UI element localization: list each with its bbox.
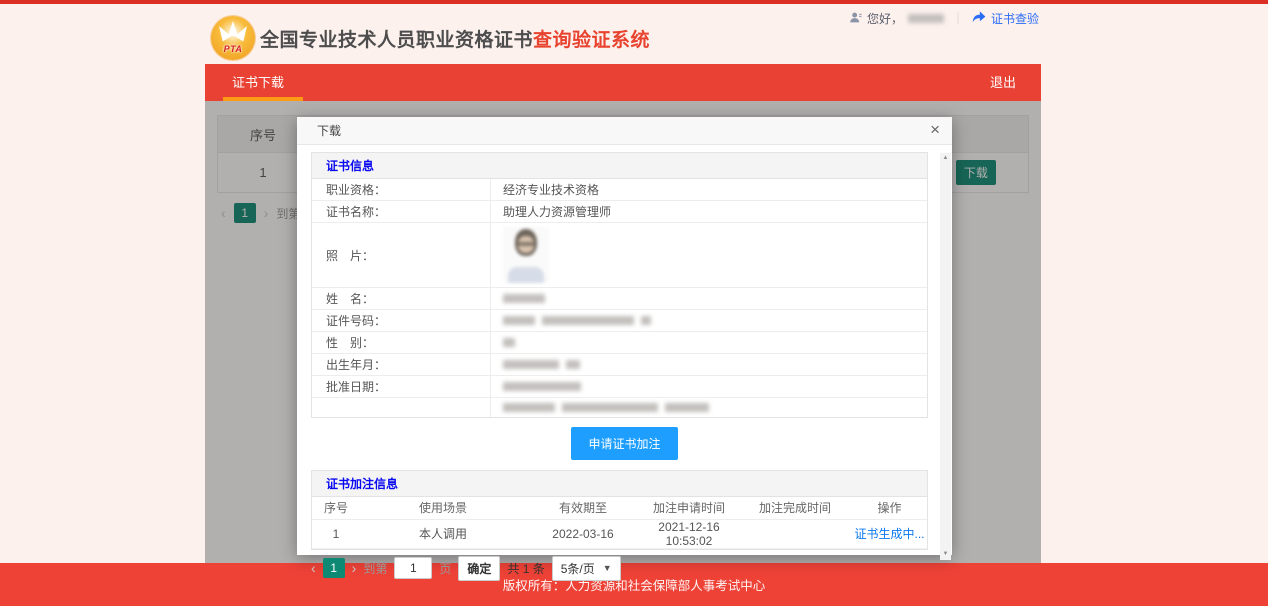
redacted-value [503,338,515,347]
confirm-button[interactable]: 确定 [458,556,500,581]
prev-page-icon[interactable]: ‹ [311,560,316,576]
field-gender: 性 别： [312,332,927,354]
modal-pagination: ‹ 1 › 到第 页 确定 共 1 条 5条/页 ▼ [311,556,952,581]
redacted-value [503,382,581,391]
site-title-accent: 查询验证系统 [533,30,650,51]
cell-apply-time: 2021-12-16 10:53:02 [640,519,738,548]
pta-logo: PTA [211,16,255,60]
modal-header: 下载 × [297,117,952,145]
field-label: 证件号码： [312,310,490,331]
redacted-value [503,294,545,303]
col-apply-time: 加注申请时间 [640,497,738,519]
apply-annotation-button[interactable]: 申请证书加注 [571,427,677,460]
greeting-divider: ｜ [952,10,964,27]
scroll-up-icon[interactable]: ▲ [940,153,951,164]
site-header: PTA 全国专业技术人员职业资格证书查询验证系统 您好， ｜ 证书查验 [205,8,1041,62]
page-1-button[interactable]: 1 [323,558,345,578]
scroll-down-icon[interactable]: ▼ [940,549,951,560]
close-icon[interactable]: × [930,117,940,143]
col-valid-until: 有效期至 [526,497,640,519]
cell-complete-time [738,519,852,548]
field-value: 助理人力资源管理师 [490,201,927,222]
page-size-select[interactable]: 5条/页 ▼ [552,556,621,581]
logo-text: PTA [224,44,243,54]
next-page-icon[interactable]: › [352,560,357,576]
field-qualification: 职业资格： 经济专业技术资格 [312,179,927,201]
cell-usage-scene: 本人调用 [360,519,526,548]
annotation-info-title: 证书加注信息 [312,471,927,497]
goto-label: 到第 [363,560,387,577]
redacted-value [542,316,634,325]
modal-scrollbar[interactable]: ▲ ▼ [940,153,951,560]
redacted-value [503,403,555,412]
site-title: 全国专业技术人员职业资格证书查询验证系统 [260,25,650,52]
annotation-info-section: 证书加注信息 序号 使用场景 有效期至 加注申请时间 加注完成时间 操作 [311,470,928,550]
field-cert-name: 证书名称： 助理人力资源管理师 [312,201,927,223]
field-label [312,406,490,410]
field-name: 姓 名： [312,288,927,310]
logout-button[interactable]: 退出 [965,64,1041,101]
field-birth-date: 出生年月： [312,354,927,376]
redacted-value [562,403,658,412]
field-label: 职业资格： [312,179,490,200]
page: PTA 全国专业技术人员职业资格证书查询验证系统 您好， ｜ 证书查验 证书下载… [0,0,1268,606]
main-nav: 证书下载 退出 [205,64,1041,101]
share-arrow-icon [972,11,986,26]
user-icon [849,11,862,27]
field-extra-note [312,398,927,417]
redacted-value [665,403,709,412]
col-index: 序号 [312,497,360,519]
user-greeting-bar: 您好， ｜ 证书查验 [849,10,1039,27]
redacted-value [641,316,651,325]
col-complete-time: 加注完成时间 [738,497,852,519]
cell-valid-until: 2022-03-16 [526,519,640,548]
annotation-table-row: 1 本人调用 2022-03-16 2021-12-16 10:53:02 证书… [312,519,927,548]
field-label: 姓 名： [312,288,490,309]
annotation-table: 序号 使用场景 有效期至 加注申请时间 加注完成时间 操作 1 本人调用 202 [312,497,927,549]
field-label: 批准日期： [312,376,490,397]
page-unit-label: 页 [439,560,451,577]
field-photo: 照 片： [312,223,927,288]
brand: PTA 全国专业技术人员职业资格证书查询验证系统 [211,16,650,60]
greeting-text: 您好， [867,10,903,27]
redacted-value [503,360,559,369]
col-usage-scene: 使用场景 [360,497,526,519]
download-modal: 下载 × ▲ ▼ 证书信息 职业资格： 经济专业技术资格 证书名称： 助理人力资… [297,117,952,555]
col-action: 操作 [852,497,927,519]
tab-certificate-download[interactable]: 证书下载 [205,64,311,101]
field-approval-date: 批准日期： [312,376,927,398]
field-label: 出生年月： [312,354,490,375]
chevron-down-icon: ▼ [603,563,612,573]
redacted-value [503,316,535,325]
field-value: 经济专业技术资格 [490,179,927,200]
redacted-username [908,14,944,23]
goto-page-input[interactable] [394,557,432,579]
certificate-info-title: 证书信息 [312,153,927,179]
annotation-table-header-row: 序号 使用场景 有效期至 加注申请时间 加注完成时间 操作 [312,497,927,519]
certificate-generating-link[interactable]: 证书生成中... [854,527,924,541]
field-label: 性 别： [312,332,490,353]
modal-title: 下载 [317,124,341,138]
field-label: 照 片： [312,245,490,266]
page-size-value: 5条/页 [561,560,595,577]
modal-body: ▲ ▼ 证书信息 职业资格： 经济专业技术资格 证书名称： 助理人力资源管理师 … [297,152,952,561]
cell-index: 1 [312,519,360,548]
certificate-photo [503,227,549,283]
site-title-main: 全国专业技术人员职业资格证书 [260,30,533,51]
certificate-info-section: 证书信息 职业资格： 经济专业技术资格 证书名称： 助理人力资源管理师 照 片： [311,152,928,418]
certificate-verify-link[interactable]: 证书查验 [991,10,1039,27]
field-id-number: 证件号码： [312,310,927,332]
field-label: 证书名称： [312,201,490,222]
top-accent-line [0,0,1268,4]
total-count-label: 共 1 条 [507,560,544,577]
redacted-value [566,360,580,369]
